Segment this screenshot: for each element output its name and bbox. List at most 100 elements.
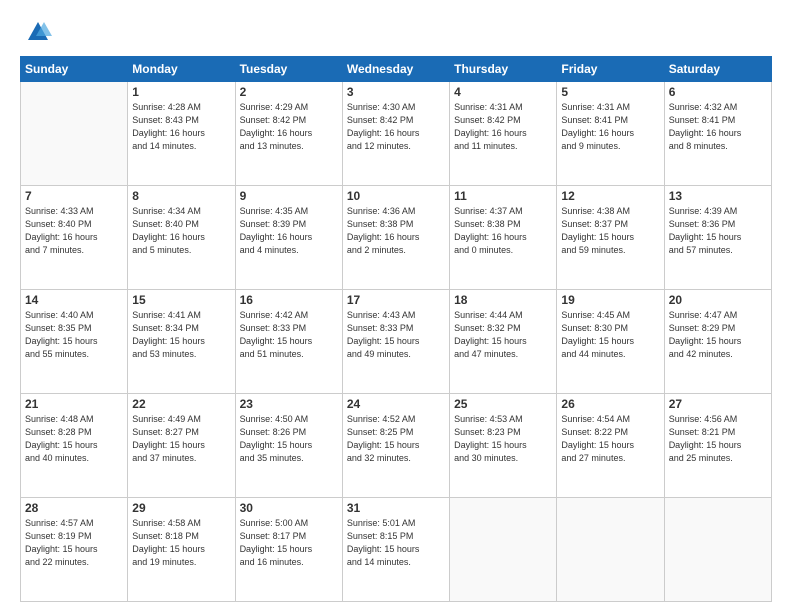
- calendar-cell: 29Sunrise: 4:58 AM Sunset: 8:18 PM Dayli…: [128, 498, 235, 602]
- day-info: Sunrise: 4:30 AM Sunset: 8:42 PM Dayligh…: [347, 101, 445, 153]
- calendar-cell: 10 Sunrise: 4:36 AM Sunset: 8:38 PM Dayli…: [342, 186, 449, 290]
- calendar-cell: [450, 498, 557, 602]
- calendar-cell: [557, 498, 664, 602]
- day-number: 30: [240, 501, 338, 515]
- calendar-cell: 24Sunrise: 4:52 AM Sunset: 8:25 PM Dayli…: [342, 394, 449, 498]
- day-info: Sunrise: 4:56 AM Sunset: 8:21 PM Dayligh…: [669, 413, 767, 465]
- calendar-cell: 15Sunrise: 4:41 AM Sunset: 8:34 PM Dayli…: [128, 290, 235, 394]
- calendar-cell: 18Sunrise: 4:44 AM Sunset: 8:32 PM Dayli…: [450, 290, 557, 394]
- day-number: 16: [240, 293, 338, 307]
- day-number: 27: [669, 397, 767, 411]
- day-info: Sunrise: 4:53 AM Sunset: 8:23 PM Dayligh…: [454, 413, 552, 465]
- day-info: Sunrise: 4:58 AM Sunset: 8:18 PM Dayligh…: [132, 517, 230, 569]
- day-info: Sunrise: 4:31 AM Sunset: 8:41 PM Dayligh…: [561, 101, 659, 153]
- day-number: 31: [347, 501, 445, 515]
- week-row-0: 1 Sunrise: 4:28 AM Sunset: 8:43 PM Daylig…: [21, 82, 772, 186]
- day-number: 6: [669, 85, 767, 99]
- day-info: Sunrise: 4:33 AM Sunset: 8:40 PM Dayligh…: [25, 205, 123, 257]
- calendar-cell: 7 Sunrise: 4:33 AM Sunset: 8:40 PM Daylig…: [21, 186, 128, 290]
- day-number: 14: [25, 293, 123, 307]
- day-number: 7: [25, 189, 123, 203]
- calendar-cell: 30 Sunrise: 5:00 AM Sunset: 8:17 PM Dayli…: [235, 498, 342, 602]
- calendar-cell: 28Sunrise: 4:57 AM Sunset: 8:19 PM Dayli…: [21, 498, 128, 602]
- day-number: 17: [347, 293, 445, 307]
- day-info: Sunrise: 4:39 AM Sunset: 8:36 PM Dayligh…: [669, 205, 767, 257]
- day-info: Sunrise: 5:01 AM Sunset: 8:15 PM Dayligh…: [347, 517, 445, 569]
- calendar-cell: 11 Sunrise: 4:37 AM Sunset: 8:38 PM Dayli…: [450, 186, 557, 290]
- day-number: 25: [454, 397, 552, 411]
- weekday-header-friday: Friday: [557, 57, 664, 82]
- day-number: 28: [25, 501, 123, 515]
- calendar-cell: 17 Sunrise: 4:43 AM Sunset: 8:33 PM Dayli…: [342, 290, 449, 394]
- day-number: 13: [669, 189, 767, 203]
- day-info: Sunrise: 4:31 AM Sunset: 8:42 PM Dayligh…: [454, 101, 552, 153]
- day-number: 3: [347, 85, 445, 99]
- day-info: Sunrise: 4:36 AM Sunset: 8:38 PM Dayligh…: [347, 205, 445, 257]
- header: [20, 18, 772, 46]
- day-number: 1: [132, 85, 230, 99]
- day-number: 10: [347, 189, 445, 203]
- day-number: 24: [347, 397, 445, 411]
- day-info: Sunrise: 4:40 AM Sunset: 8:35 PM Dayligh…: [25, 309, 123, 361]
- calendar-cell: [664, 498, 771, 602]
- day-info: Sunrise: 4:37 AM Sunset: 8:38 PM Dayligh…: [454, 205, 552, 257]
- calendar-cell: [21, 82, 128, 186]
- day-number: 12: [561, 189, 659, 203]
- day-info: Sunrise: 4:50 AM Sunset: 8:26 PM Dayligh…: [240, 413, 338, 465]
- day-info: Sunrise: 4:47 AM Sunset: 8:29 PM Dayligh…: [669, 309, 767, 361]
- day-number: 2: [240, 85, 338, 99]
- weekday-header-sunday: Sunday: [21, 57, 128, 82]
- calendar-cell: 23 Sunrise: 4:50 AM Sunset: 8:26 PM Dayli…: [235, 394, 342, 498]
- week-row-3: 21 Sunrise: 4:48 AM Sunset: 8:28 PM Dayli…: [21, 394, 772, 498]
- logo-icon: [24, 18, 52, 46]
- day-number: 19: [561, 293, 659, 307]
- day-info: Sunrise: 5:00 AM Sunset: 8:17 PM Dayligh…: [240, 517, 338, 569]
- weekday-header-tuesday: Tuesday: [235, 57, 342, 82]
- day-info: Sunrise: 4:29 AM Sunset: 8:42 PM Dayligh…: [240, 101, 338, 153]
- week-row-2: 14 Sunrise: 4:40 AM Sunset: 8:35 PM Dayli…: [21, 290, 772, 394]
- day-number: 22: [132, 397, 230, 411]
- weekday-header-thursday: Thursday: [450, 57, 557, 82]
- day-number: 21: [25, 397, 123, 411]
- calendar-cell: 27 Sunrise: 4:56 AM Sunset: 8:21 PM Dayli…: [664, 394, 771, 498]
- day-info: Sunrise: 4:35 AM Sunset: 8:39 PM Dayligh…: [240, 205, 338, 257]
- calendar-cell: 3 Sunrise: 4:30 AM Sunset: 8:42 PM Daylig…: [342, 82, 449, 186]
- week-row-4: 28Sunrise: 4:57 AM Sunset: 8:19 PM Dayli…: [21, 498, 772, 602]
- weekday-header-monday: Monday: [128, 57, 235, 82]
- calendar-cell: 14 Sunrise: 4:40 AM Sunset: 8:35 PM Dayli…: [21, 290, 128, 394]
- day-number: 26: [561, 397, 659, 411]
- calendar-cell: 31 Sunrise: 5:01 AM Sunset: 8:15 PM Dayli…: [342, 498, 449, 602]
- weekday-header-row: SundayMondayTuesdayWednesdayThursdayFrid…: [21, 57, 772, 82]
- day-info: Sunrise: 4:38 AM Sunset: 8:37 PM Dayligh…: [561, 205, 659, 257]
- day-info: Sunrise: 4:32 AM Sunset: 8:41 PM Dayligh…: [669, 101, 767, 153]
- logo: [20, 18, 52, 46]
- day-number: 18: [454, 293, 552, 307]
- day-info: Sunrise: 4:28 AM Sunset: 8:43 PM Dayligh…: [132, 101, 230, 153]
- calendar-cell: 16 Sunrise: 4:42 AM Sunset: 8:33 PM Dayli…: [235, 290, 342, 394]
- day-info: Sunrise: 4:43 AM Sunset: 8:33 PM Dayligh…: [347, 309, 445, 361]
- calendar-cell: 6 Sunrise: 4:32 AM Sunset: 8:41 PM Daylig…: [664, 82, 771, 186]
- weekday-header-saturday: Saturday: [664, 57, 771, 82]
- day-number: 5: [561, 85, 659, 99]
- calendar-cell: 4 Sunrise: 4:31 AM Sunset: 8:42 PM Daylig…: [450, 82, 557, 186]
- day-info: Sunrise: 4:45 AM Sunset: 8:30 PM Dayligh…: [561, 309, 659, 361]
- day-number: 23: [240, 397, 338, 411]
- day-info: Sunrise: 4:48 AM Sunset: 8:28 PM Dayligh…: [25, 413, 123, 465]
- calendar-cell: 19 Sunrise: 4:45 AM Sunset: 8:30 PM Dayli…: [557, 290, 664, 394]
- calendar-cell: 8Sunrise: 4:34 AM Sunset: 8:40 PM Daylig…: [128, 186, 235, 290]
- calendar-cell: 25 Sunrise: 4:53 AM Sunset: 8:23 PM Dayli…: [450, 394, 557, 498]
- calendar-cell: 12 Sunrise: 4:38 AM Sunset: 8:37 PM Dayli…: [557, 186, 664, 290]
- weekday-header-wednesday: Wednesday: [342, 57, 449, 82]
- calendar-cell: 2 Sunrise: 4:29 AM Sunset: 8:42 PM Daylig…: [235, 82, 342, 186]
- calendar-table: SundayMondayTuesdayWednesdayThursdayFrid…: [20, 56, 772, 602]
- calendar-cell: 1 Sunrise: 4:28 AM Sunset: 8:43 PM Daylig…: [128, 82, 235, 186]
- week-row-1: 7 Sunrise: 4:33 AM Sunset: 8:40 PM Daylig…: [21, 186, 772, 290]
- calendar-cell: 9Sunrise: 4:35 AM Sunset: 8:39 PM Daylig…: [235, 186, 342, 290]
- page: SundayMondayTuesdayWednesdayThursdayFrid…: [0, 0, 792, 612]
- day-info: Sunrise: 4:34 AM Sunset: 8:40 PM Dayligh…: [132, 205, 230, 257]
- calendar-cell: 26Sunrise: 4:54 AM Sunset: 8:22 PM Dayli…: [557, 394, 664, 498]
- day-number: 11: [454, 189, 552, 203]
- day-info: Sunrise: 4:49 AM Sunset: 8:27 PM Dayligh…: [132, 413, 230, 465]
- day-number: 4: [454, 85, 552, 99]
- day-info: Sunrise: 4:42 AM Sunset: 8:33 PM Dayligh…: [240, 309, 338, 361]
